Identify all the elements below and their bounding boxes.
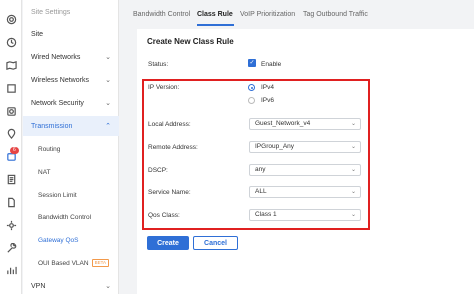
form-title: Create New Class Rule xyxy=(147,37,234,46)
sub-item-label: Bandwidth Control xyxy=(38,213,92,221)
tab-bar: Bandwidth Control Class Rule VoIP Priori… xyxy=(120,0,474,30)
menu-item-vpn[interactable]: VPN ⌄ xyxy=(23,276,119,294)
menu-item-site[interactable]: Site xyxy=(23,24,119,44)
sun-icon[interactable] xyxy=(5,219,17,231)
icon-rail: 6 xyxy=(0,0,22,294)
cancel-button[interactable]: Cancel xyxy=(193,236,238,250)
sub-item-oui-based-vlan[interactable]: OUI Based VLAN BETA xyxy=(23,253,119,273)
side-menu: Site Settings Site Wired Networks ⌄ Wirel… xyxy=(23,0,119,294)
sub-item-gateway-qos[interactable]: Gateway QoS xyxy=(23,230,119,250)
log-icon[interactable] xyxy=(5,173,17,185)
menu-item-label: Network Security xyxy=(31,99,84,107)
enable-label: Enable xyxy=(261,61,282,68)
enable-checkbox[interactable]: ✓ xyxy=(248,59,256,67)
sub-item-bandwidth-control[interactable]: Bandwidth Control xyxy=(23,207,119,227)
sub-item-nat[interactable]: NAT xyxy=(23,162,119,182)
location-icon[interactable] xyxy=(5,127,17,139)
create-button[interactable]: Create xyxy=(147,236,189,250)
sub-item-routing[interactable]: Routing xyxy=(23,139,119,159)
sub-item-label: NAT xyxy=(38,168,51,176)
sub-item-label: Session Limit xyxy=(38,191,77,199)
chevron-down-icon: ⌄ xyxy=(105,100,111,107)
menu-item-wireless-networks[interactable]: Wireless Networks ⌄ xyxy=(23,70,119,90)
beta-badge: BETA xyxy=(91,259,109,267)
tab-voip-prioritization[interactable]: VoIP Prioritization xyxy=(240,11,295,18)
highlight-box xyxy=(142,79,370,230)
settings-icon[interactable] xyxy=(5,13,17,25)
menu-item-label: Wireless Networks xyxy=(31,76,89,84)
clock-icon[interactable] xyxy=(5,36,17,48)
map-icon[interactable] xyxy=(5,59,17,71)
chevron-down-icon: ⌄ xyxy=(105,77,111,84)
menu-item-label: Site xyxy=(31,30,44,38)
menu-item-label: Transmission xyxy=(31,122,73,130)
sub-item-label: Routing xyxy=(38,145,61,153)
menu-item-transmission[interactable]: Transmission ⌃ xyxy=(23,116,119,136)
status-label: Status: xyxy=(148,61,169,68)
menu-item-network-security[interactable]: Network Security ⌄ xyxy=(23,93,119,113)
chevron-down-icon: ⌄ xyxy=(105,54,111,61)
camera-icon[interactable] xyxy=(5,105,17,117)
document-icon[interactable] xyxy=(5,196,17,208)
menu-item-label: VPN xyxy=(31,282,46,290)
menu-item-label: Wired Networks xyxy=(31,53,81,61)
sub-item-session-limit[interactable]: Session Limit xyxy=(23,185,119,205)
menu-item-wired-networks[interactable]: Wired Networks ⌄ xyxy=(23,47,119,67)
wrench-icon[interactable] xyxy=(5,242,17,254)
tab-bandwidth-control[interactable]: Bandwidth Control xyxy=(133,11,190,18)
tab-class-rule[interactable]: Class Rule xyxy=(197,11,233,18)
tab-tag-outbound-traffic[interactable]: Tag Outbound Traffic xyxy=(303,11,368,18)
menu-header: Site Settings xyxy=(31,8,71,16)
chevron-up-icon: ⌃ xyxy=(105,123,111,130)
sub-item-label: Gateway QoS xyxy=(38,236,79,244)
sub-item-label: OUI Based VLAN xyxy=(38,259,89,267)
alerts-badge: 6 xyxy=(10,147,19,154)
active-tab-indicator xyxy=(197,24,234,26)
statistics-icon[interactable] xyxy=(5,264,17,276)
chevron-down-icon: ⌄ xyxy=(105,283,111,290)
grid-icon[interactable] xyxy=(5,82,17,94)
